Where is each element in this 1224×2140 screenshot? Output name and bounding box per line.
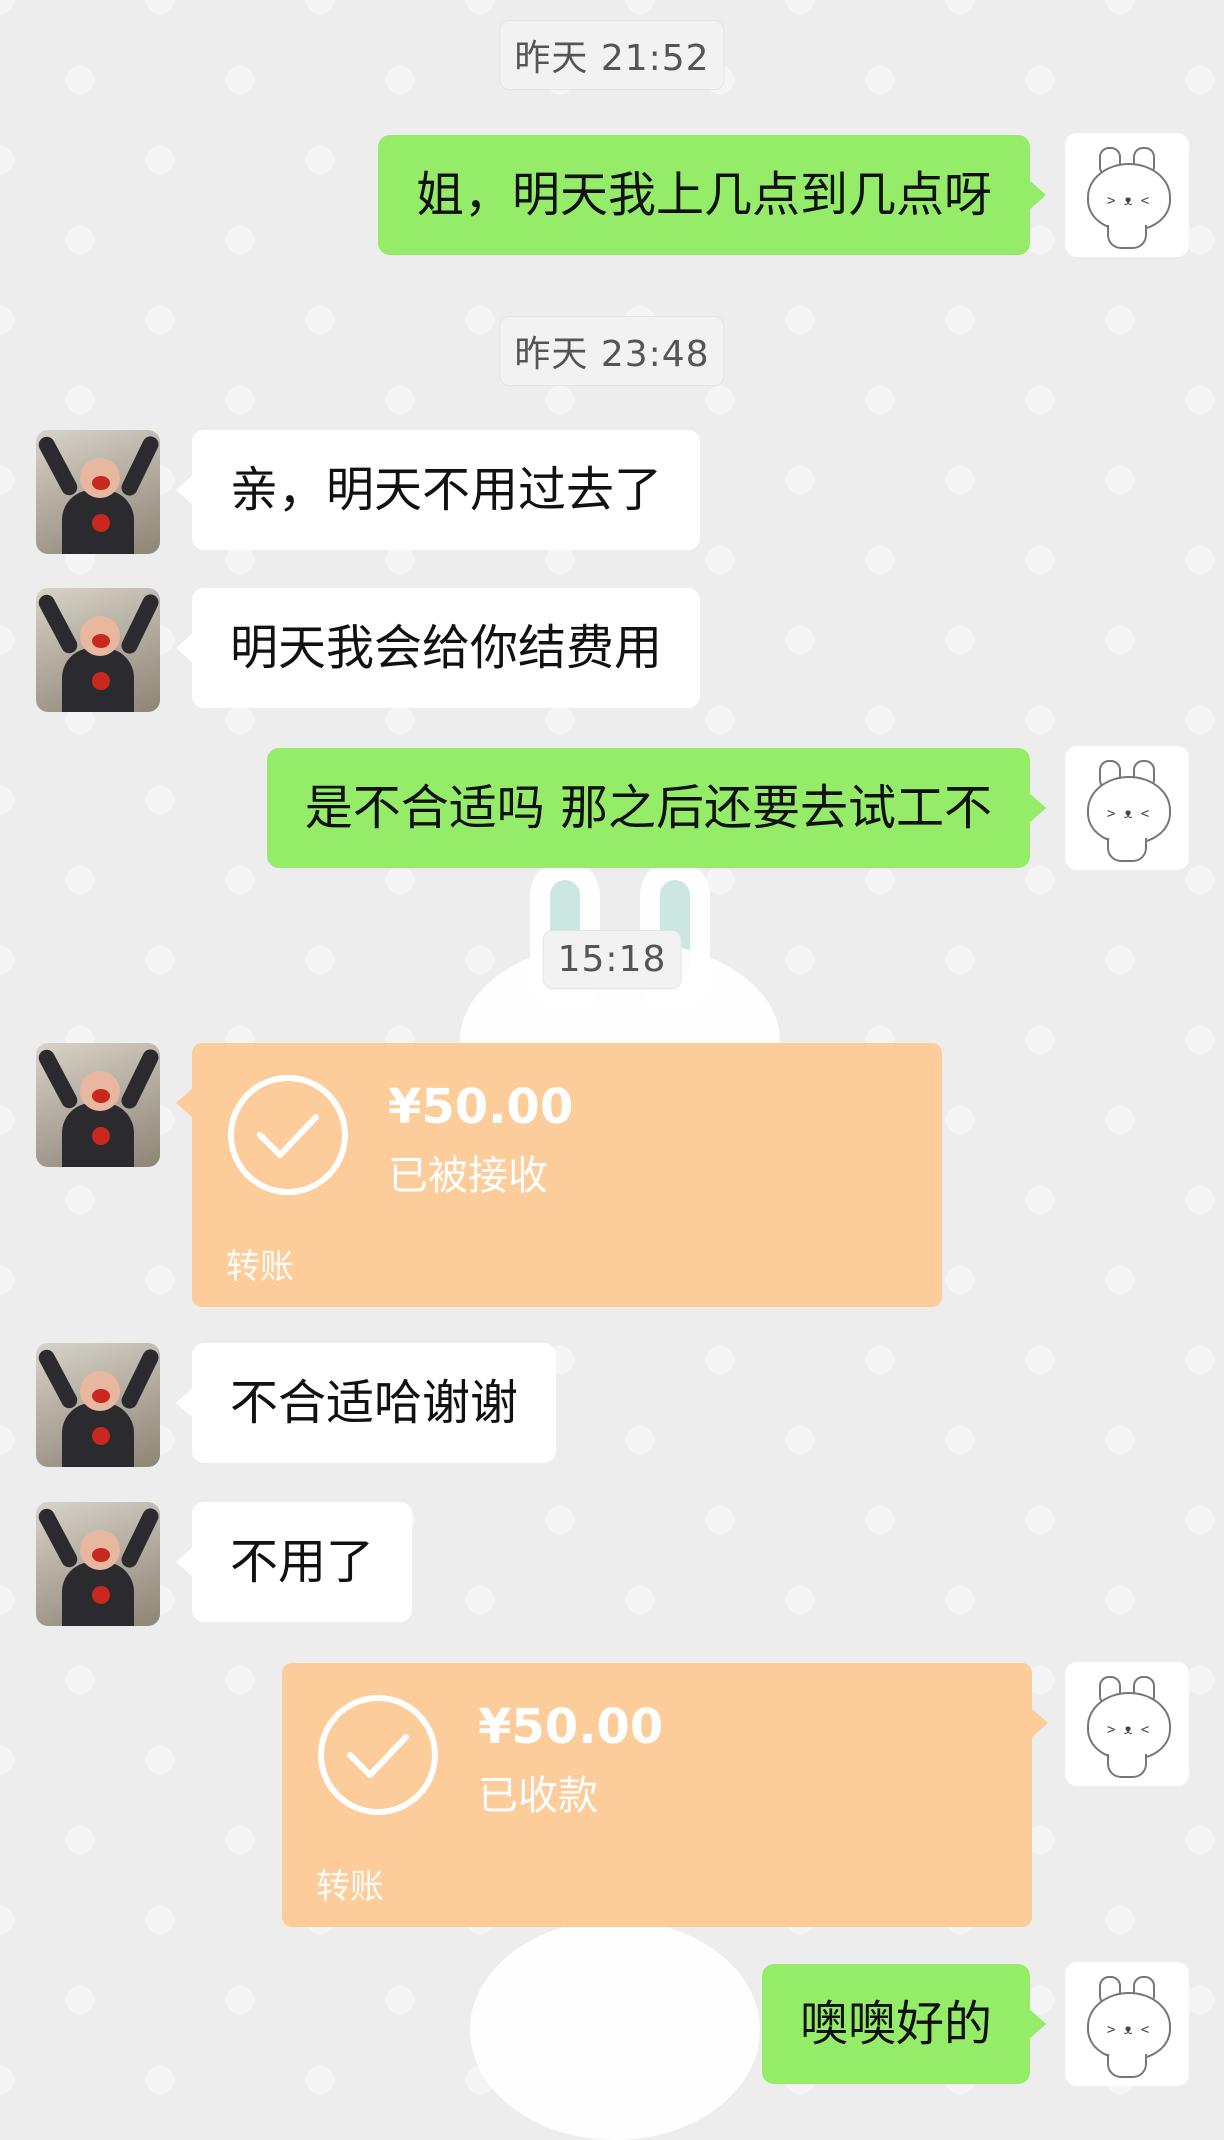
bunny-avatar-icon: > ᴥ <: [1107, 193, 1150, 209]
bunny-avatar-icon: > ᴥ <: [1107, 806, 1150, 822]
transfer-amount: ¥50.00: [388, 1079, 574, 1135]
transfer-label: 转账: [316, 1867, 384, 1907]
transfer-card[interactable]: ¥50.00 已收款 转账: [282, 1663, 1048, 1927]
contact-avatar[interactable]: [36, 588, 160, 712]
transfer-label: 转账: [226, 1247, 294, 1287]
check-circle-icon: [318, 1695, 438, 1815]
my-avatar[interactable]: > ᴥ <: [1065, 1662, 1189, 1786]
contact-avatar[interactable]: [36, 1343, 160, 1467]
bunny-avatar-icon: > ᴥ <: [1107, 1722, 1150, 1738]
contact-avatar[interactable]: [36, 1043, 160, 1167]
my-message-bubble[interactable]: 是不合适吗 那之后还要去试工不: [266, 748, 1047, 868]
my-avatar[interactable]: > ᴥ <: [1065, 746, 1189, 870]
check-circle-icon: [228, 1075, 348, 1195]
my-avatar[interactable]: > ᴥ <: [1065, 1962, 1189, 2086]
bunny-avatar-icon: > ᴥ <: [1107, 2022, 1150, 2038]
timestamp: 昨天 23:48: [499, 316, 725, 386]
my-message-bubble[interactable]: 噢噢好的: [761, 1964, 1047, 2084]
contact-message-bubble[interactable]: 亲，明天不用过去了: [175, 430, 701, 550]
transfer-status: 已收款: [478, 1773, 598, 1819]
timestamp: 昨天 21:52: [499, 20, 725, 90]
transfer-amount: ¥50.00: [478, 1699, 664, 1755]
wallpaper-bunny-head-bottom: [470, 1920, 760, 2140]
contact-message-bubble[interactable]: 不用了: [175, 1502, 413, 1622]
transfer-card[interactable]: ¥50.00 已被接收 转账: [176, 1043, 942, 1307]
timestamp: 15:18: [542, 930, 682, 989]
contact-avatar[interactable]: [36, 430, 160, 554]
my-avatar[interactable]: > ᴥ <: [1065, 133, 1189, 257]
contact-avatar[interactable]: [36, 1502, 160, 1626]
transfer-status: 已被接收: [388, 1153, 548, 1199]
contact-message-bubble[interactable]: 明天我会给你结费用: [175, 588, 701, 708]
my-message-bubble[interactable]: 姐，明天我上几点到几点呀: [377, 135, 1047, 255]
contact-message-bubble[interactable]: 不合适哈谢谢: [175, 1343, 557, 1463]
